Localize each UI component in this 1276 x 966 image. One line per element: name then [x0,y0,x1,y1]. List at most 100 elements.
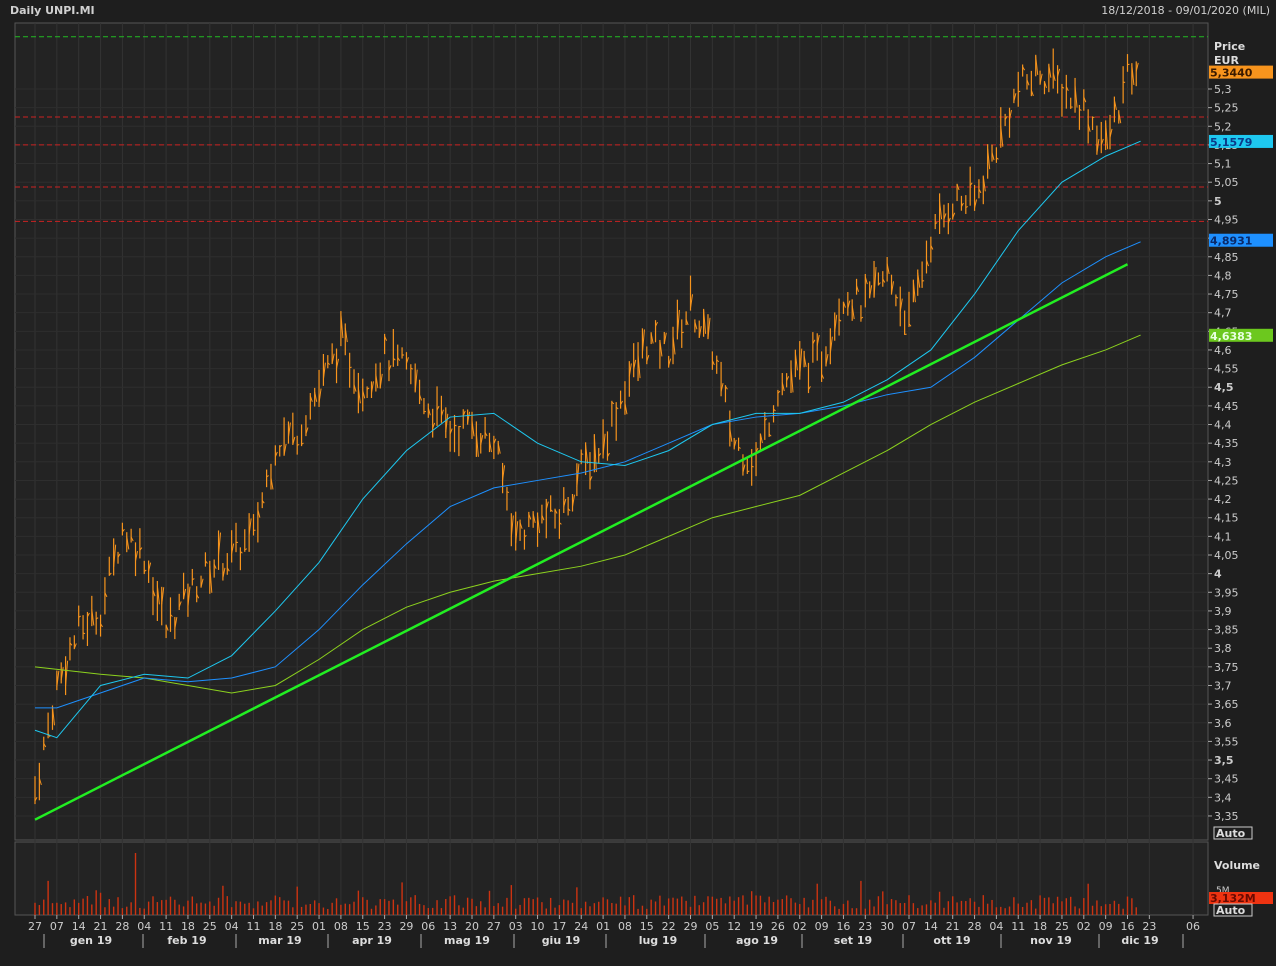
volume-bar [462,907,464,915]
x-tick-label: 22 [662,920,676,933]
volume-bar [274,895,277,915]
volume-bar [991,899,993,915]
volume-bar [995,907,998,915]
volume-bar [1013,897,1015,915]
volume-bar [1061,901,1063,915]
volume-bar [685,900,687,915]
volume-bar [532,899,534,915]
volume-bar [340,904,342,915]
volume-bar [541,902,543,915]
volume-bar [383,899,386,915]
volume-bar [1026,902,1028,915]
volume-bar [851,908,853,915]
volume-bar [1083,898,1085,915]
volume-bar [195,903,198,915]
volume-bar [169,896,172,915]
volume-bar [619,896,622,915]
x-tick-label: 01 [312,920,326,933]
volume-bar [868,899,871,915]
x-tick-label: 11 [159,920,173,933]
volume-bar [287,900,290,915]
volume-bar [956,902,958,915]
y-tick-label: 5,3 [1214,83,1232,96]
y-tick-label: 3,85 [1214,624,1239,637]
volume-bar [1008,906,1011,915]
y-tick-label: 3,95 [1214,586,1239,599]
volume-bar [82,898,84,915]
volume-bar [934,902,936,915]
volume-bar [571,902,574,915]
last-value-label: 5,3440 [1210,67,1253,80]
volume-bar [466,897,469,915]
volume-bar [777,899,779,915]
volume-bar [598,901,600,915]
volume-bar [331,902,333,915]
volume-bar [279,897,281,915]
volume-bar [414,895,416,915]
volume-bar [1118,903,1120,915]
volume-bar [855,908,858,915]
volume-bar [986,903,989,915]
volume-bar [982,895,984,915]
volume-bar [56,902,58,915]
volume-bar [161,900,163,915]
y-tick-label: 4,85 [1214,251,1239,264]
volume-bar [1056,896,1059,915]
volume-bar [91,904,93,915]
x-tick-label: 09 [1099,920,1113,933]
price-chart[interactable]: 27 07 14 21 28 04 11 18 25 04 11 18 25 01 08 15 23 29 06 13… [0,0,1276,966]
x-tick-label: 02 [1077,920,1091,933]
volume-bar [436,900,438,915]
volume-bar [515,908,517,915]
volume-bar [60,904,62,915]
x-tick-label: 07 [902,920,916,933]
volume-bar [38,905,41,915]
volume-bar [803,897,805,915]
x-tick-label: 20 [465,920,479,933]
volume-bar [1069,896,1072,915]
volume-bar [921,905,923,915]
volume-bar [1043,897,1046,915]
y-tick-label: 4,5 [1214,381,1234,394]
volume-bar [327,908,329,915]
last-value-label: 4,8931 [1210,235,1252,248]
price-axis-label: Price [1214,40,1245,53]
volume-bar [353,901,355,915]
x-tick-label: 23 [858,920,872,933]
x-tick-label: 13 [443,920,457,933]
volume-bar [807,907,810,915]
y-tick-label: 4,2 [1214,493,1232,506]
volume-bar [593,903,596,915]
volume-bar [257,901,259,915]
volume-bar [1135,907,1137,915]
volume-bar [912,903,915,915]
volume-bar [759,895,762,915]
volume-bar [847,900,849,915]
volume-bar [449,896,451,915]
y-tick-label: 3,45 [1214,773,1239,786]
month-label: ott 19 [933,934,970,947]
volume-bar [51,903,54,915]
volume-bar [108,899,110,915]
volume-bar [663,905,665,915]
volume-bar [523,898,526,915]
volume-bar [204,903,207,915]
volume-bar [366,899,368,915]
y-tick-label: 3,9 [1214,605,1232,618]
volume-bar [750,891,753,915]
volume-bar [344,903,346,915]
volume-bar [930,900,932,915]
volume-bar [829,900,832,915]
x-tick-label: 29 [684,920,698,933]
volume-bar [64,902,67,915]
y-tick-label: 3,8 [1214,642,1232,655]
volume-bar [672,897,674,915]
volume-bar [501,906,504,915]
y-tick-label: 3,7 [1214,679,1232,692]
volume-bar [676,898,679,915]
x-tick-label: 05 [705,920,719,933]
volume-bar [536,897,539,915]
volume-bar [348,904,351,915]
volume-bar [1000,906,1002,915]
volume-bar [781,899,783,915]
